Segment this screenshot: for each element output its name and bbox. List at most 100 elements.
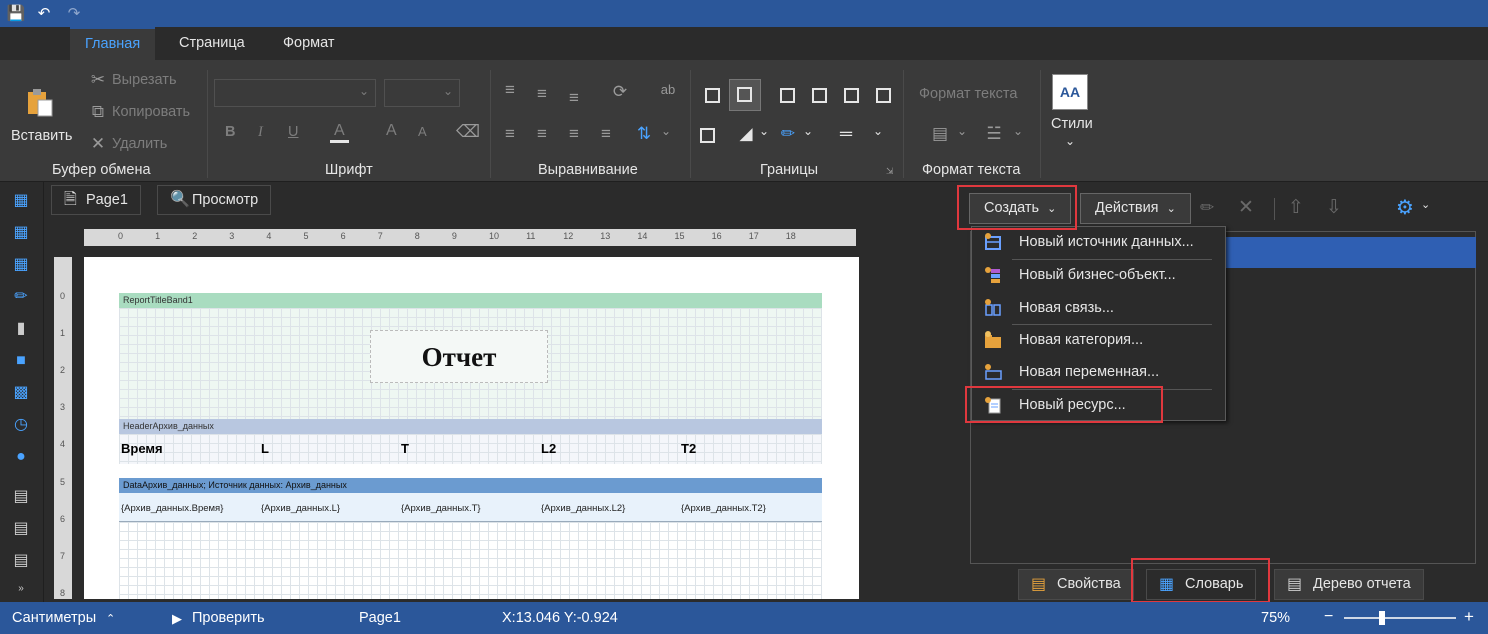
paste-icon[interactable] (24, 86, 58, 120)
tab-format[interactable]: Формат (268, 27, 350, 60)
chevron-down-icon[interactable]: ⌄ (752, 124, 776, 138)
page-header-icon[interactable]: ▤ (10, 486, 32, 508)
line-spacing-icon[interactable]: ⇅ (632, 124, 656, 144)
zoom-in-icon[interactable]: + (1464, 607, 1474, 627)
page-footer-icon[interactable]: ▤ (10, 518, 32, 540)
units-selector[interactable]: Сантиметры (12, 610, 96, 626)
clear-format-icon[interactable]: ⌫ (456, 122, 480, 142)
menu-item-new-business-object[interactable]: Новый бизнес-объект... (972, 260, 1225, 291)
map-icon[interactable]: ● (10, 446, 32, 468)
more-icon[interactable]: » (10, 578, 32, 600)
border-left-icon[interactable] (780, 88, 795, 103)
header-band-header[interactable]: HeaderАрхив_данных (119, 419, 822, 434)
report-page[interactable]: ReportTitleBand1 Отчет HeaderАрхив_данны… (84, 257, 859, 599)
chevron-down-icon[interactable]: ⌄ (1421, 198, 1430, 211)
text-format-icon[interactable]: ▤ (928, 124, 952, 144)
undo-icon[interactable]: ↶ (33, 3, 55, 25)
redo-icon[interactable]: ↷ (63, 3, 85, 25)
report-title-icon[interactable]: ▤ (10, 550, 32, 572)
header-cell[interactable]: T (401, 441, 409, 456)
settings-gear-icon[interactable]: ⚙ (1396, 195, 1414, 220)
data-cell[interactable]: {Архив_данных.L2} (541, 503, 625, 514)
edit-icon[interactable]: ✏ (1200, 198, 1214, 218)
align-center-icon[interactable]: ≡ (530, 124, 554, 144)
gauge-icon[interactable]: ◷ (10, 414, 32, 436)
tab-report-tree[interactable]: ▤ Дерево отчета (1274, 569, 1424, 600)
data-cell[interactable]: {Архив_данных.Время} (121, 503, 223, 514)
cross-band-icon[interactable]: ▦ (10, 222, 32, 244)
rotate-text-icon[interactable]: ⟳ (608, 82, 632, 102)
border-all-icon[interactable] (705, 88, 720, 103)
shapes-icon[interactable]: ■ (10, 350, 32, 372)
data-band-header[interactable]: DataАрхив_данных; Источник данных: Архив… (119, 478, 822, 493)
styles-icon[interactable]: AA (1052, 74, 1088, 110)
chart-icon[interactable]: ▩ (10, 382, 32, 404)
move-up-icon[interactable]: ⇧ (1288, 196, 1304, 219)
menu-item-new-data-source[interactable]: Новый источник данных... (972, 227, 1225, 258)
report-title-text[interactable]: Отчет (370, 330, 548, 383)
border-style-icon[interactable] (700, 128, 715, 143)
zoom-slider-track[interactable] (1344, 617, 1456, 619)
word-wrap-icon[interactable]: ab (656, 82, 680, 97)
border-bottom-icon[interactable] (876, 88, 891, 103)
align-top-icon[interactable]: ≡ (498, 80, 522, 100)
header-cell[interactable]: L2 (541, 441, 556, 456)
menu-item-new-variable[interactable]: Новая переменная... (972, 357, 1225, 388)
menu-item-new-relation[interactable]: Новая связь... (972, 293, 1225, 324)
grow-font-button[interactable]: A (386, 122, 397, 140)
tab-home[interactable]: Главная (70, 27, 156, 60)
chevron-down-icon[interactable]: ⌄ (654, 124, 678, 138)
report-title-band[interactable]: Отчет (119, 308, 822, 419)
shrink-font-button[interactable]: A (418, 124, 427, 139)
align-left-icon[interactable]: ≡ (498, 124, 522, 144)
chevron-down-icon[interactable]: ⌄ (1006, 124, 1030, 138)
dialog-launcher-icon[interactable]: ⇲ (886, 166, 894, 177)
move-down-icon[interactable]: ⇩ (1326, 196, 1342, 219)
paste-button[interactable]: Вставить (11, 128, 72, 144)
chevron-down-icon[interactable]: ⌄ (866, 124, 890, 138)
zoom-slider-thumb[interactable] (1379, 611, 1386, 625)
header-cell[interactable]: L (261, 441, 269, 456)
font-color-button[interactable]: A (330, 122, 349, 143)
actions-dropdown[interactable]: Действия ⌄ (1080, 193, 1191, 224)
delete-icon[interactable]: ✕ (1238, 196, 1254, 219)
align-bottom-icon[interactable]: ≡ (562, 88, 586, 108)
underline-button[interactable]: U (288, 124, 298, 140)
styles-button[interactable]: Стили (1051, 116, 1093, 132)
chevron-down-icon[interactable]: ⌄ (1058, 134, 1082, 148)
data-cell[interactable]: {Архив_данных.L} (261, 503, 340, 514)
line-style-icon[interactable]: ═ (830, 124, 862, 144)
header-cell[interactable]: Время (121, 441, 163, 456)
tab-properties[interactable]: ▤ Свойства (1018, 569, 1134, 600)
barcode-icon[interactable]: ▮ (10, 318, 32, 340)
save-icon[interactable]: 💾 (5, 3, 27, 25)
data-cell[interactable]: {Архив_данных.T2} (681, 503, 766, 514)
header-cell[interactable]: T2 (681, 441, 696, 456)
delete-button[interactable]: Удалить (112, 136, 167, 152)
band-icon[interactable]: ▦ (10, 190, 32, 212)
cut-button[interactable]: Вырезать (112, 72, 177, 88)
play-icon[interactable]: ▶ (172, 611, 182, 627)
check-button[interactable]: Проверить (192, 610, 265, 626)
numbering-icon[interactable]: ☱ (982, 124, 1006, 144)
zoom-out-icon[interactable]: − (1324, 608, 1333, 626)
data-cell[interactable]: {Архив_данных.T} (401, 503, 481, 514)
align-middle-icon[interactable]: ≡ (530, 84, 554, 104)
border-top-icon[interactable] (812, 88, 827, 103)
text-format-button[interactable]: Формат текста (919, 86, 1017, 102)
selected-tree-row[interactable] (1225, 237, 1476, 268)
font-name-combo[interactable]: ⌄ (214, 79, 376, 107)
pen-icon[interactable]: ✏ (10, 286, 32, 308)
font-size-combo[interactable]: ⌄ (384, 79, 460, 107)
chevron-down-icon[interactable]: ⌄ (796, 124, 820, 138)
align-justify-icon[interactable]: ≡ (594, 124, 618, 144)
tab-page[interactable]: Страница (164, 27, 260, 60)
header-band[interactable] (119, 434, 822, 464)
chevron-up-icon[interactable]: ⌃ (106, 612, 115, 625)
italic-button[interactable]: I (258, 124, 263, 141)
tab-preview[interactable]: 🔍 Просмотр (157, 185, 272, 215)
table-icon[interactable]: ▦ (10, 254, 32, 276)
border-none-button[interactable] (729, 79, 761, 111)
border-right-icon[interactable] (844, 88, 859, 103)
report-title-band-header[interactable]: ReportTitleBand1 (119, 293, 822, 308)
